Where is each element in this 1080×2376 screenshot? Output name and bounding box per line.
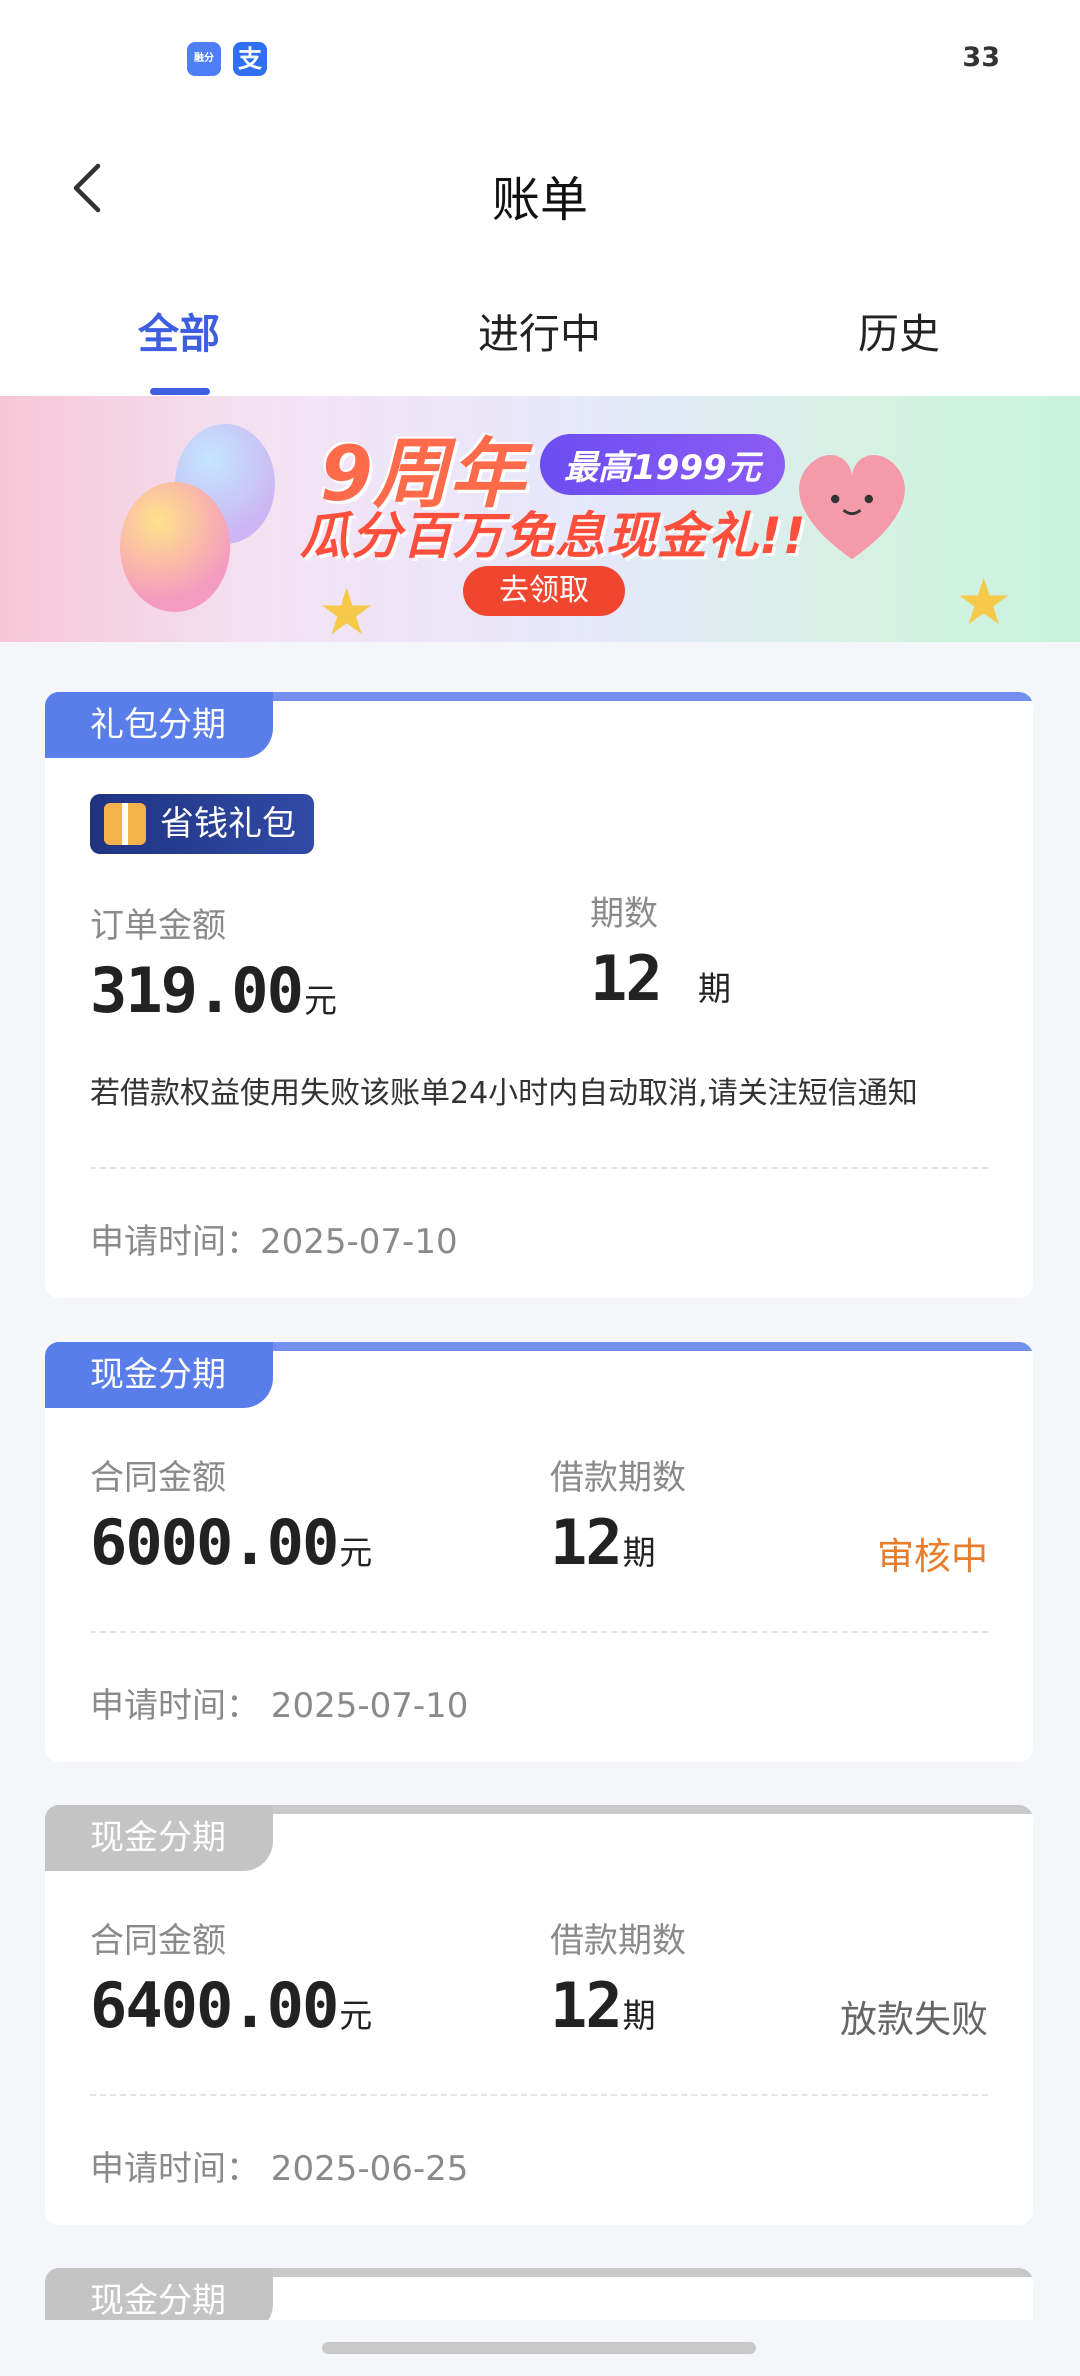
tab-in-progress[interactable]: 进行中 bbox=[478, 300, 601, 360]
star-icon: ★ bbox=[955, 566, 1013, 640]
amount-value: 6400.00元 bbox=[90, 1969, 372, 2042]
amount-value: 6000.00元 bbox=[90, 1506, 372, 1579]
amount-label: 订单金额 bbox=[90, 906, 226, 946]
bill-card[interactable]: 现金分期 合同金额 6400.00元 借款期数 12期 放款失败 申请时间： 2… bbox=[45, 1805, 1033, 2225]
star-icon: ★ bbox=[318, 576, 376, 642]
divider bbox=[90, 2094, 988, 2096]
bill-card[interactable]: 现金分期 bbox=[45, 2268, 1033, 2320]
banner-claim-button[interactable]: 去领取 bbox=[463, 566, 625, 616]
divider bbox=[90, 1631, 988, 1633]
tab-all[interactable]: 全部 bbox=[138, 300, 220, 360]
terms-unit: 期 bbox=[697, 969, 731, 1008]
alipay-notification-icon: 支 bbox=[233, 42, 267, 76]
amount-number: 319.00 bbox=[90, 954, 304, 1027]
bill-card[interactable]: 礼包分期 省钱礼包 订单金额 319.00元 期数 12 期 若借款权益使用失败… bbox=[45, 692, 1033, 1298]
amount-label: 合同金额 bbox=[90, 1921, 226, 1961]
badge-label: 省钱礼包 bbox=[160, 804, 296, 844]
apply-date: 申请时间： 2025-06-25 bbox=[90, 2149, 469, 2189]
card-type-tag: 现金分期 bbox=[45, 1805, 273, 1871]
status-badge: 放款失败 bbox=[840, 1998, 988, 2041]
card-type-tag: 礼包分期 bbox=[45, 692, 273, 758]
amount-unit: 元 bbox=[303, 981, 337, 1020]
card-type-tag: 现金分期 bbox=[45, 1342, 273, 1408]
terms-label: 借款期数 bbox=[550, 1458, 686, 1498]
amount-label: 合同金额 bbox=[90, 1458, 226, 1498]
banner-headline: 瓜分百万免息现金礼!! bbox=[300, 507, 807, 565]
amount-number: 6400.00 bbox=[90, 1969, 339, 2042]
apply-date: 申请时间：2025-07-10 bbox=[90, 1222, 458, 1262]
amount-unit: 元 bbox=[339, 1533, 373, 1572]
promo-banner[interactable]: ★ ★ 9周年 最高1999元 瓜分百万免息现金礼!! 去领取 bbox=[0, 396, 1080, 642]
savings-gift-badge: 省钱礼包 bbox=[90, 794, 314, 854]
banner-max-amount: 最高1999元 bbox=[540, 434, 785, 495]
nav-bar: 账单 bbox=[0, 120, 1080, 260]
tab-bar: 全部 进行中 历史 bbox=[0, 260, 1080, 396]
status-badge: 审核中 bbox=[877, 1535, 988, 1578]
cancel-notice: 若借款权益使用失败该账单24小时内自动取消,请关注短信通知 bbox=[90, 1076, 918, 1111]
battery-level: 33 bbox=[962, 42, 1000, 73]
bill-card[interactable]: 现金分期 合同金额 6000.00元 借款期数 12期 审核中 申请时间： 20… bbox=[45, 1342, 1033, 1762]
apply-date: 申请时间： 2025-07-10 bbox=[90, 1686, 469, 1726]
amount-unit: 元 bbox=[339, 1996, 373, 2035]
terms-number: 12 bbox=[590, 942, 663, 1015]
status-bar: 融分 支 33 bbox=[0, 0, 1080, 120]
home-indicator[interactable] bbox=[322, 2342, 756, 2354]
tab-history[interactable]: 历史 bbox=[858, 300, 940, 360]
divider bbox=[90, 1167, 988, 1169]
page-title: 账单 bbox=[491, 172, 588, 228]
app-notification-icon: 融分 bbox=[187, 42, 221, 76]
active-tab-indicator bbox=[150, 388, 210, 395]
gift-icon bbox=[104, 803, 146, 845]
terms-label: 期数 bbox=[590, 894, 658, 934]
terms-number: 12 bbox=[550, 1969, 623, 2042]
amount-number: 6000.00 bbox=[90, 1506, 339, 1579]
balloon-icon bbox=[120, 482, 230, 612]
terms-unit: 期 bbox=[622, 1996, 656, 2035]
terms-number: 12 bbox=[550, 1506, 623, 1579]
terms-label: 借款期数 bbox=[550, 1921, 686, 1961]
amount-value: 319.00元 bbox=[90, 954, 337, 1027]
terms-value: 12期 bbox=[550, 1969, 656, 2042]
terms-value: 12 期 bbox=[590, 942, 731, 1015]
terms-unit: 期 bbox=[622, 1533, 656, 1572]
terms-value: 12期 bbox=[550, 1506, 656, 1579]
card-type-tag: 现金分期 bbox=[45, 2268, 273, 2320]
